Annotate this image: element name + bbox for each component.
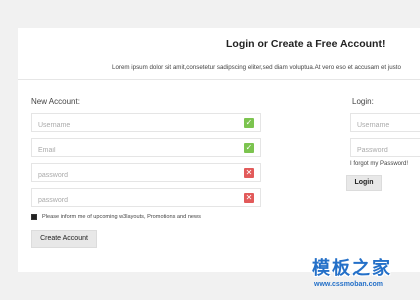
cross-icon: ✕	[244, 168, 254, 178]
page-subtitle: Lorem ipsum dolor sit amit,consetetur sa…	[112, 64, 401, 71]
newsletter-label: Please inform me of upcoming w3layouts, …	[42, 214, 201, 220]
check-icon: ✓	[244, 143, 254, 153]
username-input[interactable]	[32, 117, 260, 134]
login-heading: Login:	[352, 97, 374, 106]
watermark-text: 模板之家	[312, 258, 392, 278]
password-input[interactable]	[32, 167, 260, 184]
login-username-input[interactable]	[351, 117, 420, 134]
new-account-heading: New Account:	[31, 97, 80, 106]
watermark-url: www.cssmoban.com	[314, 281, 383, 288]
email-field: ✓	[31, 138, 261, 159]
confirm-password-input[interactable]	[32, 192, 260, 209]
login-username-field	[350, 113, 420, 134]
login-button[interactable]: Login	[346, 175, 382, 191]
create-account-button[interactable]: Create Account	[31, 230, 97, 248]
header-divider	[18, 79, 420, 80]
forgot-password-link[interactable]: I forgot my Password!	[350, 161, 408, 167]
username-field: ✓	[31, 113, 261, 134]
confirm-password-field: ✕	[31, 188, 261, 209]
cross-icon: ✕	[244, 193, 254, 203]
password-field: ✕	[31, 163, 261, 184]
newsletter-option: Please inform me of upcoming w3layouts, …	[31, 214, 201, 220]
check-icon: ✓	[244, 118, 254, 128]
account-card: Login or Create a Free Account! Lorem ip…	[18, 28, 420, 272]
login-password-input[interactable]	[351, 142, 420, 159]
login-password-field	[350, 138, 420, 159]
newsletter-checkbox[interactable]	[31, 214, 37, 220]
watermark-logo: 模板之家 www.cssmoban.com	[308, 254, 420, 294]
page-title: Login or Create a Free Account!	[226, 38, 386, 50]
email-input[interactable]	[32, 142, 260, 159]
